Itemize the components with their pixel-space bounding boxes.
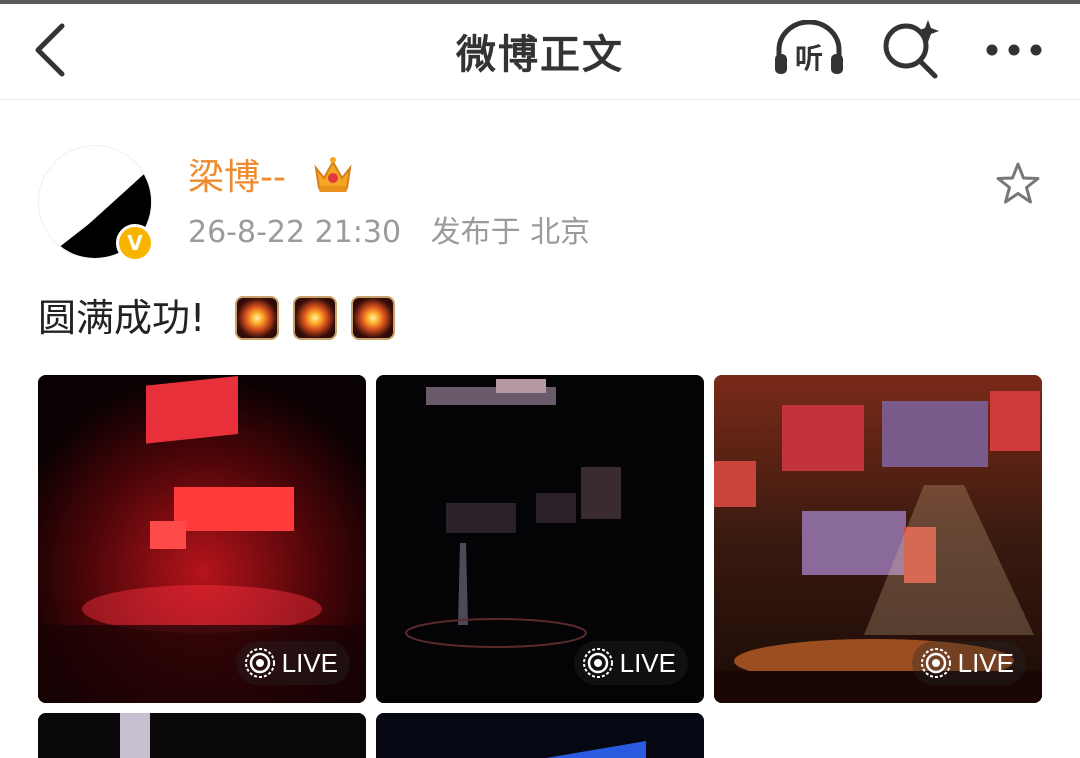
crown-icon[interactable] [312,154,354,196]
listen-button[interactable]: 听 [770,18,848,82]
post-text-content: 圆满成功! [38,296,206,340]
listen-label: 听 [794,42,823,75]
photo-4[interactable] [38,713,366,758]
live-photo-icon [244,648,275,678]
photo-1[interactable]: LIVE [38,375,366,703]
verified-badge-icon: V [116,224,154,262]
live-label: LIVE [619,647,676,678]
live-label: LIVE [281,647,338,678]
search-sparkle-icon [883,20,939,79]
live-badge: LIVE [573,641,688,685]
live-label: LIVE [957,647,1014,678]
more-options-button[interactable] [976,18,1052,82]
firework-emoji-icon [351,296,396,340]
photo-2[interactable]: LIVE [376,375,704,703]
username[interactable]: 梁博-- [188,150,286,206]
more-dots-icon [986,44,1042,56]
post-time: 26-8-22 21:30 [188,215,402,250]
nav-header: 微博正文 听 [0,4,1080,100]
firework-emoji-icon [235,296,280,340]
post-location: 发布于 北京 [430,215,591,250]
firework-emoji-icon [293,296,338,340]
photo-3[interactable]: LIVE [714,375,1042,703]
live-photo-icon [920,648,951,678]
star-icon [996,162,1040,204]
post-text: 圆满成功! [38,290,396,346]
photo-image [38,713,366,758]
live-photo-icon [582,648,613,678]
favorite-button[interactable] [992,158,1044,210]
photo-5[interactable] [376,713,704,758]
live-badge: LIVE [235,641,350,685]
search-button[interactable] [878,16,944,82]
photo-image [376,713,704,758]
post-meta: 26-8-22 21:30 发布于 北京 [188,208,590,258]
live-badge: LIVE [911,641,1026,685]
